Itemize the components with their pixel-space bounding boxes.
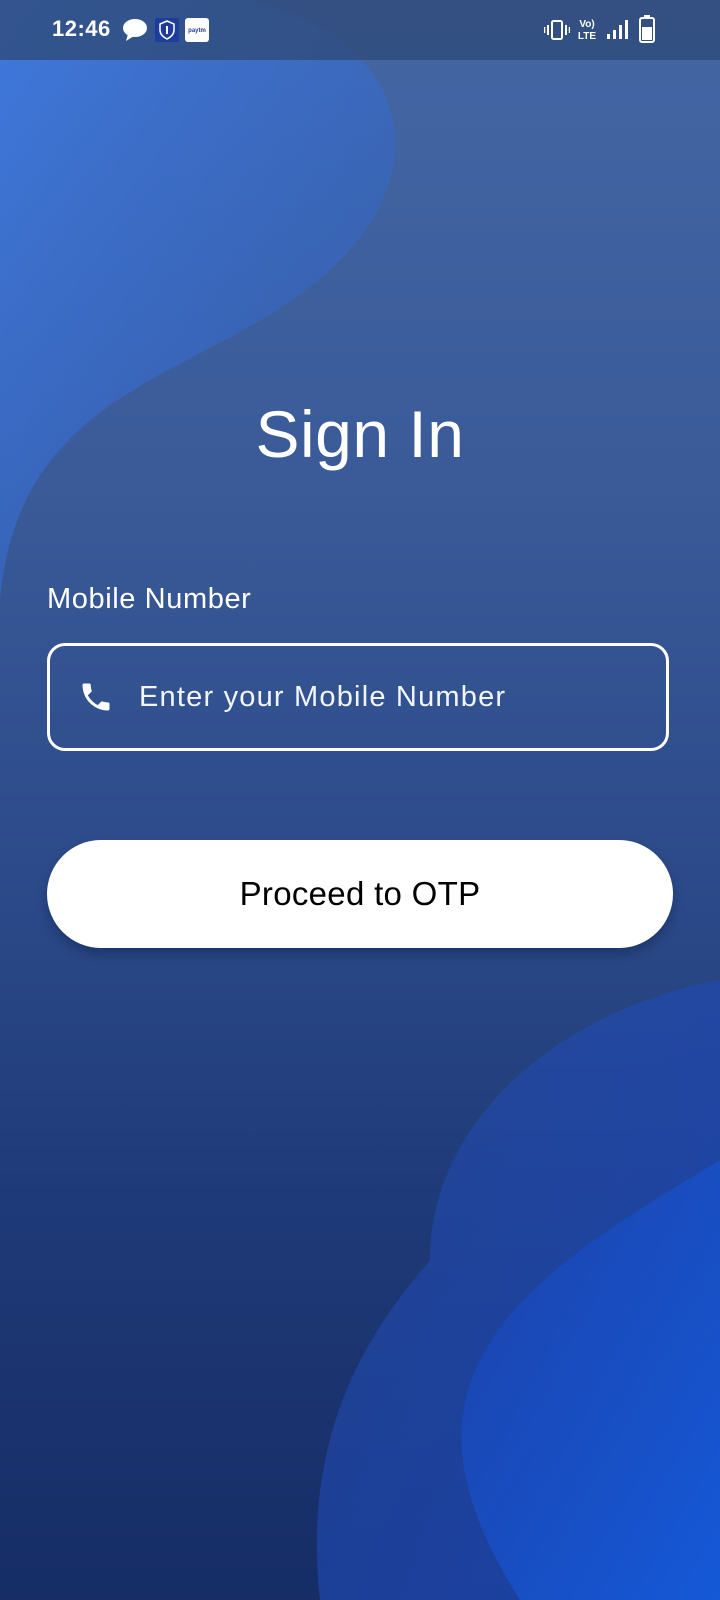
paytm-text: paytm <box>188 28 206 34</box>
vibrate-icon <box>544 18 570 42</box>
mobile-number-input[interactable] <box>139 680 666 714</box>
status-time: 12:46 <box>52 16 111 41</box>
message-icon <box>122 18 148 42</box>
background-wave-top <box>0 0 396 600</box>
paytm-icon: paytm <box>185 18 209 42</box>
status-bar: 12:46 paytm Vo) LTE <box>0 0 720 60</box>
volte-text-top: Vo) <box>579 19 594 30</box>
background-wave-bottom <box>316 980 720 1600</box>
proceed-to-otp-button[interactable]: Proceed to OTP <box>47 840 673 948</box>
mobile-number-input-box[interactable] <box>47 643 669 751</box>
signal-icon <box>606 18 630 40</box>
mobile-number-label: Mobile Number <box>47 583 252 615</box>
page-title: Sign In <box>255 397 465 471</box>
volte-text-bottom: LTE <box>578 31 596 42</box>
sign-in-screen: 12:46 paytm Vo) LTE Sign In Mobile Numbe… <box>0 0 720 1600</box>
phone-icon <box>76 677 116 717</box>
shield-app-icon <box>155 18 179 42</box>
volte-icon: Vo) LTE <box>575 16 599 42</box>
battery-icon <box>639 15 655 43</box>
